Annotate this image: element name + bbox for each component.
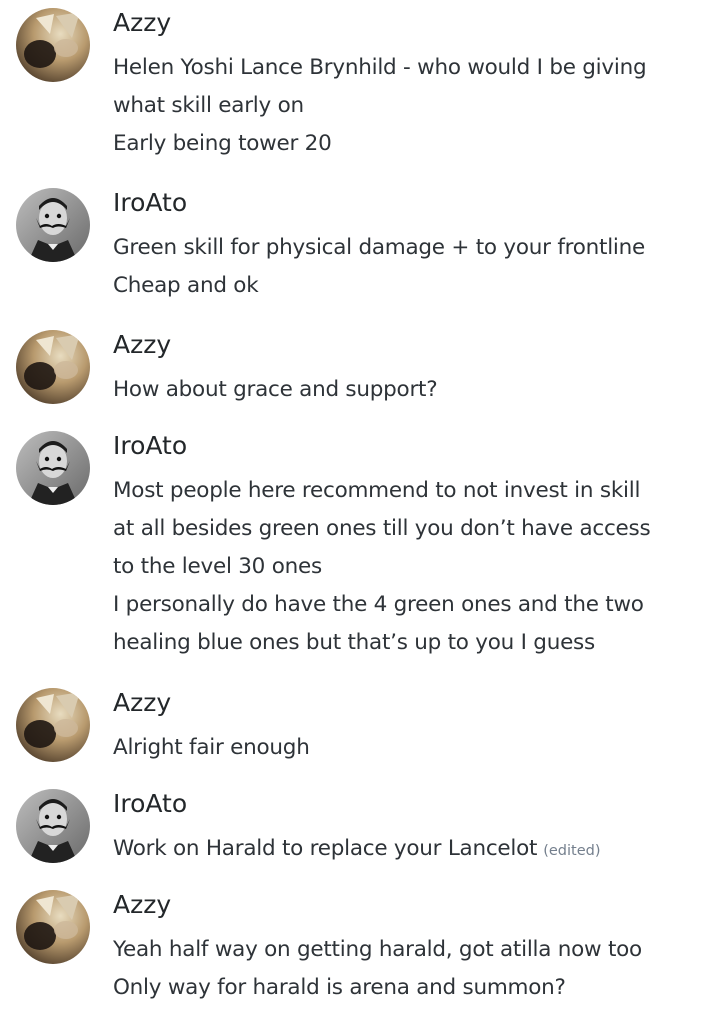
- message-line: Helen Yoshi Lance Brynhild - who would I…: [113, 55, 647, 80]
- mustache-man-avatar-icon: [16, 789, 90, 863]
- user-avatar[interactable]: [16, 188, 90, 262]
- author-name[interactable]: Azzy: [113, 688, 171, 718]
- dog-avatar-icon: [16, 330, 90, 404]
- author-name[interactable]: IroAto: [113, 789, 187, 819]
- user-avatar[interactable]: [16, 789, 90, 863]
- message-line: healing blue ones but that’s up to you I…: [113, 630, 595, 655]
- mustache-man-avatar-icon: [16, 188, 90, 262]
- message-item: Azzy Yeah half way on getting harald, go…: [0, 890, 719, 1015]
- dog-avatar-icon: [16, 890, 90, 964]
- message-item: IroAto Work on Harald to replace your La…: [0, 789, 719, 871]
- message-line: How about grace and support?: [113, 377, 438, 402]
- message-content: Alright fair enough: [113, 729, 713, 767]
- user-avatar[interactable]: [16, 688, 90, 762]
- message-line: Early being tower 20: [113, 131, 332, 156]
- message-line: I personally do have the 4 green ones an…: [113, 592, 644, 617]
- user-avatar[interactable]: [16, 330, 90, 404]
- message-line: Only way for harald is arena and summon?: [113, 975, 566, 1000]
- message-line: Yeah half way on getting harald, got ati…: [113, 937, 642, 962]
- message-content: Green skill for physical damage + to you…: [113, 229, 713, 305]
- edited-label: (edited): [543, 843, 601, 859]
- message-content: Yeah half way on getting harald, got ati…: [113, 931, 713, 1007]
- author-name[interactable]: IroAto: [113, 188, 187, 218]
- message-item: IroAto Most people here recommend to not…: [0, 431, 719, 671]
- author-name[interactable]: Azzy: [113, 330, 171, 360]
- message-text: Work on Harald to replace your Lancelot: [113, 836, 538, 861]
- message-line: what skill early on: [113, 93, 304, 118]
- message-line: Alright fair enough: [113, 735, 310, 760]
- dog-avatar-icon: [16, 688, 90, 762]
- message-line: Most people here recommend to not invest…: [113, 478, 641, 503]
- message-line: Green skill for physical damage + to you…: [113, 235, 646, 260]
- message-line: Work on Harald to replace your Lancelot (…: [113, 830, 713, 868]
- message-line: Cheap and ok: [113, 273, 259, 298]
- message-line: at all besides green ones till you don’t…: [113, 516, 651, 541]
- message-item: Azzy How about grace and support?: [0, 330, 719, 412]
- message-item: Azzy Helen Yoshi Lance Brynhild - who wo…: [0, 8, 719, 168]
- user-avatar[interactable]: [16, 431, 90, 505]
- dog-avatar-icon: [16, 8, 90, 82]
- message-item: Azzy Alright fair enough: [0, 688, 719, 770]
- user-avatar[interactable]: [16, 8, 90, 82]
- user-avatar[interactable]: [16, 890, 90, 964]
- author-name[interactable]: Azzy: [113, 890, 171, 920]
- message-content: How about grace and support?: [113, 371, 713, 409]
- author-name[interactable]: Azzy: [113, 8, 171, 38]
- mustache-man-avatar-icon: [16, 431, 90, 505]
- message-item: IroAto Green skill for physical damage +…: [0, 188, 719, 308]
- message-content: Work on Harald to replace your Lancelot (…: [113, 830, 713, 868]
- message-line: to the level 30 ones: [113, 554, 322, 579]
- author-name[interactable]: IroAto: [113, 431, 187, 461]
- message-content: Helen Yoshi Lance Brynhild - who would I…: [113, 49, 713, 163]
- message-content: Most people here recommend to not invest…: [113, 472, 713, 662]
